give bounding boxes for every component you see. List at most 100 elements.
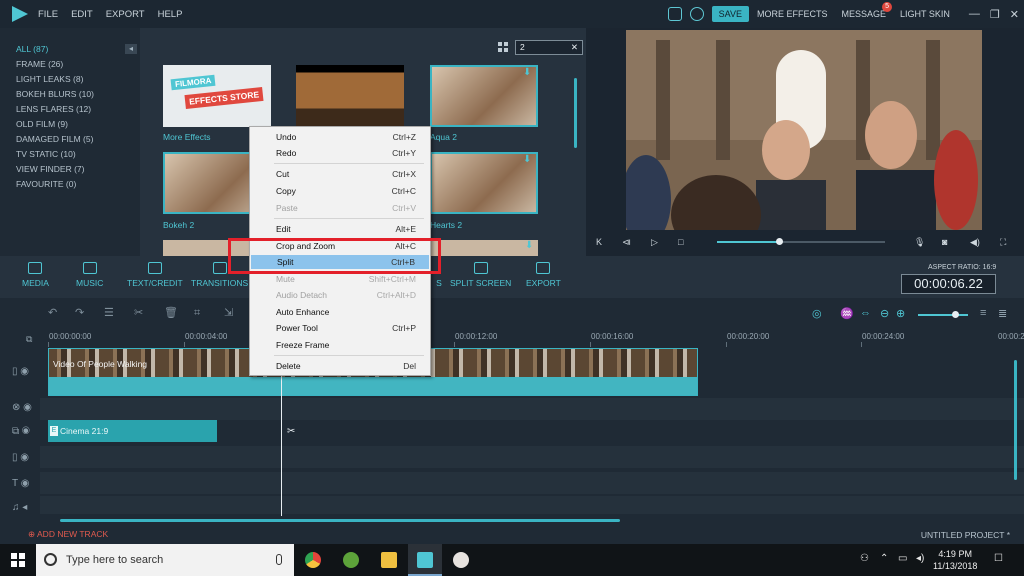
tray-chevron-icon[interactable]: ⌃: [880, 553, 888, 564]
category-tv-static[interactable]: TV STATIC (10): [16, 149, 76, 159]
playback-knob[interactable]: [776, 238, 784, 245]
adjust-icon[interactable]: ☰: [104, 307, 117, 319]
list-view-icon[interactable]: ≡: [980, 307, 986, 319]
tab-media[interactable]: MEDIA: [22, 262, 49, 288]
category-damaged-film[interactable]: DAMAGED FILM (5): [16, 134, 93, 144]
redo-icon[interactable]: ↷: [75, 307, 88, 319]
tab-music[interactable]: MUSIC: [76, 262, 103, 288]
context-menu-item-undo[interactable]: Undo Ctrl+Z: [250, 130, 430, 144]
menu-edit[interactable]: EDIT: [71, 9, 93, 20]
category-lens-flares[interactable]: LENS FLARES (12): [16, 104, 91, 114]
cart-icon[interactable]: [667, 7, 682, 21]
render-icon[interactable]: ◎: [812, 307, 822, 320]
context-menu-item-freeze-frame[interactable]: Freeze Frame: [250, 338, 430, 352]
zoom-out-icon[interactable]: ⊖: [880, 307, 889, 320]
ruler-tick: [454, 342, 455, 347]
volume-icon[interactable]: ◂): [916, 553, 924, 564]
windows-start-icon[interactable]: [11, 553, 25, 567]
file-explorer-app[interactable]: [372, 544, 406, 576]
volume-icon[interactable]: ◀): [970, 237, 980, 248]
grid-view-icon[interactable]: [498, 42, 508, 52]
library-scrollbar[interactable]: [574, 78, 577, 148]
effect-thumb-film[interactable]: [296, 65, 404, 127]
fit-timeline-icon[interactable]: ⇔: [860, 307, 871, 319]
ruler-tick: [48, 342, 49, 347]
context-menu-item-edit[interactable]: Edit Alt+E: [250, 222, 430, 236]
play-icon[interactable]: ▷: [651, 237, 658, 248]
menu-export[interactable]: EXPORT: [106, 9, 145, 20]
step-back-icon[interactable]: ⧏: [622, 237, 631, 248]
timeline-vertical-scrollbar[interactable]: [1014, 360, 1017, 480]
people-icon[interactable]: ⚇: [860, 553, 869, 564]
track-settings-icon[interactable]: ⧉: [26, 334, 32, 345]
tab-split-screen[interactable]: SPLIT SCREEN: [450, 262, 511, 288]
microphone-icon[interactable]: 🎙: [914, 237, 925, 248]
import-icon[interactable]: ⇲: [224, 307, 237, 319]
audio-mixer-icon[interactable]: ♒: [840, 307, 854, 320]
context-menu-item-redo[interactable]: Redo Ctrl+Y: [250, 146, 430, 160]
category-bokeh-blurs[interactable]: BOKEH BLURS (10): [16, 89, 94, 99]
menu-help[interactable]: HELP: [158, 9, 183, 20]
skip-back-icon[interactable]: K: [596, 237, 602, 247]
category-old-film[interactable]: OLD FILM (9): [16, 119, 68, 129]
utorrent-app[interactable]: [334, 544, 368, 576]
effect-thumb-aqua-2[interactable]: ⬇: [430, 65, 538, 127]
effect-thumb-row3[interactable]: ⬇: [430, 240, 538, 256]
add-new-track-button[interactable]: ⊕ ADD NEW TRACK: [28, 529, 108, 540]
taskbar-search-input[interactable]: Type here to search: [36, 544, 294, 576]
timeline-horizontal-scrollbar[interactable]: [60, 519, 620, 522]
restore-button[interactable]: ❐: [990, 8, 1000, 21]
more-effects-link[interactable]: MORE EFFECTS: [757, 9, 828, 19]
playback-progress[interactable]: [717, 238, 885, 245]
category-all[interactable]: ALL (87): [16, 44, 48, 54]
filmora-app[interactable]: [408, 544, 442, 576]
clock-time: 4:19 PM: [938, 549, 972, 559]
download-icon[interactable]: ⬇: [523, 68, 533, 78]
category-favourite[interactable]: FAVOURITE (0): [16, 179, 76, 189]
search-clear-icon[interactable]: ✕: [571, 42, 578, 53]
menu-file[interactable]: FILE: [38, 9, 58, 20]
download-icon[interactable]: ⬇: [523, 155, 533, 165]
context-menu-item-delete[interactable]: Delete Del: [250, 359, 430, 373]
taskbar-clock[interactable]: 4:19 PM 11/13/2018: [933, 548, 977, 572]
context-menu-item-copy[interactable]: Copy Ctrl+C: [250, 184, 430, 198]
network-icon[interactable]: ▭: [898, 553, 907, 564]
light-skin-link[interactable]: LIGHT SKIN: [900, 9, 950, 19]
library-search-input[interactable]: 2 ✕: [515, 40, 583, 55]
undo-icon[interactable]: ↶: [48, 307, 61, 319]
context-menu-item-cut[interactable]: Cut Ctrl+X: [250, 167, 430, 181]
account-icon[interactable]: [689, 7, 704, 21]
category-view-finder[interactable]: VIEW FINDER (7): [16, 164, 84, 174]
zoom-slider[interactable]: [918, 314, 968, 316]
collapse-sidebar-icon[interactable]: ◂: [125, 44, 137, 54]
menu-icon[interactable]: ≣: [998, 307, 1007, 320]
text-clip[interactable]: E Cinema 21:9: [48, 420, 217, 442]
notifications-icon[interactable]: ☐: [994, 553, 1003, 564]
effect-thumb-hearts-2[interactable]: ⬇: [430, 152, 538, 214]
save-button[interactable]: SAVE: [711, 6, 750, 22]
tab-export[interactable]: EXPORT: [526, 262, 561, 288]
microphone-icon[interactable]: [276, 554, 282, 565]
delete-icon[interactable]: 🗑: [164, 307, 178, 319]
tab-text-credit[interactable]: TEXT/CREDIT: [127, 262, 183, 288]
fullscreen-icon[interactable]: ⛶: [1000, 237, 1006, 248]
chrome-app[interactable]: [296, 544, 330, 576]
stop-icon[interactable]: □: [678, 237, 683, 247]
snapshot-icon[interactable]: ◙: [942, 237, 947, 247]
category-light-leaks[interactable]: LIGHT LEAKS (8): [16, 74, 83, 84]
track-lane: [40, 446, 1024, 468]
minimize-button[interactable]: —: [969, 8, 980, 20]
message-link[interactable]: MESSAGE 5: [842, 2, 893, 19]
crop-icon[interactable]: ⌗: [194, 307, 207, 319]
context-menu-item-auto-enhance[interactable]: Auto Enhance: [250, 305, 430, 319]
effect-thumb-more-effects[interactable]: FILMORA EFFECTS STORE: [163, 65, 271, 127]
zoom-slider-knob[interactable]: [952, 311, 959, 318]
context-menu-item-power-tool[interactable]: Power Tool Ctrl+P: [250, 321, 430, 335]
paint-app[interactable]: [444, 544, 478, 576]
category-frame[interactable]: FRAME (26): [16, 59, 63, 69]
close-button[interactable]: ✕: [1010, 8, 1019, 21]
download-icon[interactable]: ⬇: [525, 241, 535, 251]
zoom-in-icon[interactable]: ⊕: [896, 307, 905, 320]
preview-panel: K ⧏ ▷ □ 🎙 ◙ ◀) ⛶: [586, 28, 1024, 256]
cut-icon[interactable]: ✂: [134, 307, 147, 319]
